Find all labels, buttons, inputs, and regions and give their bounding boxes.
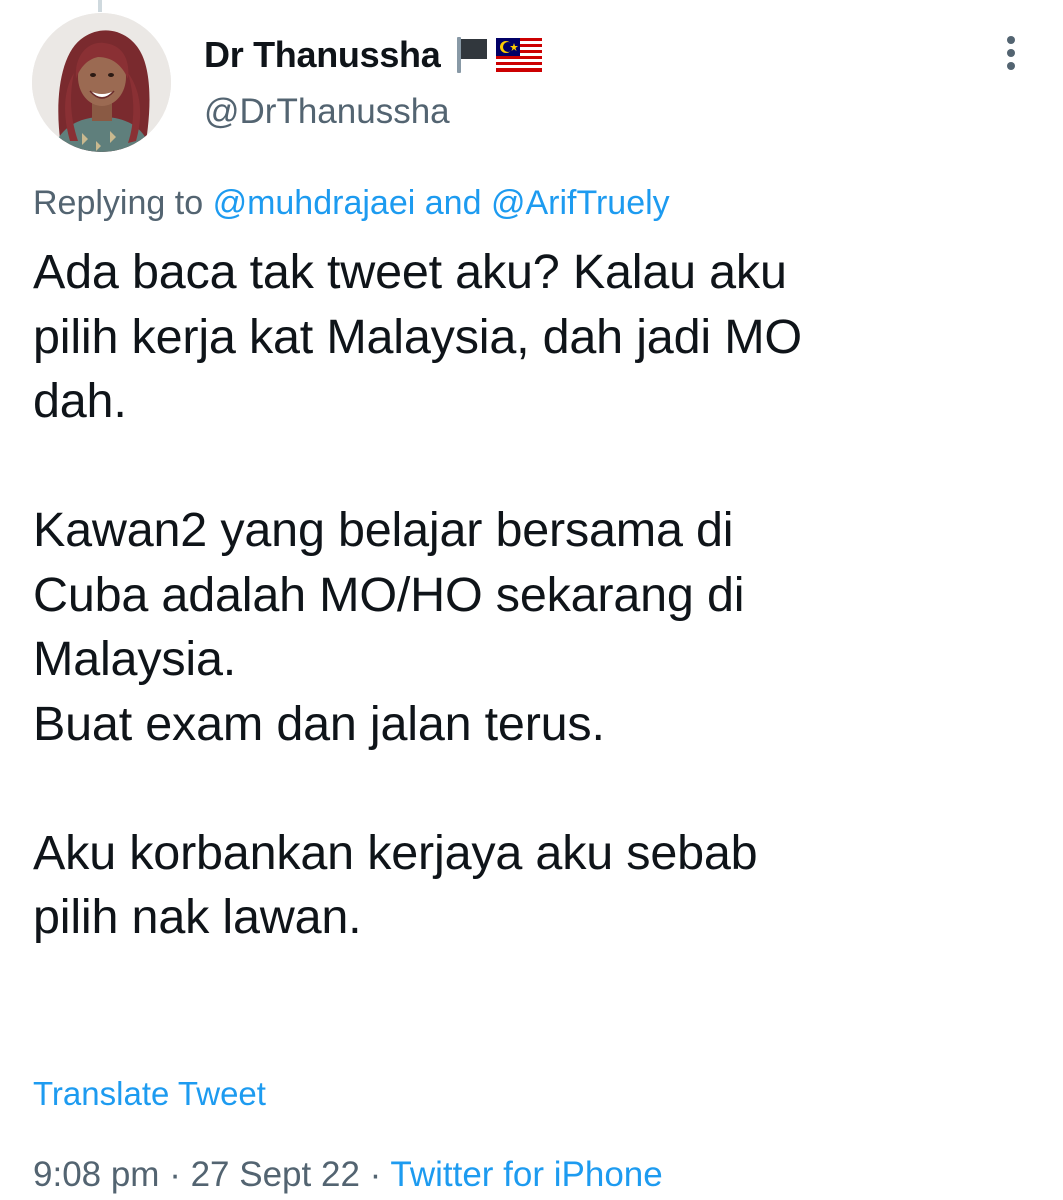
tweet-date[interactable]: 27 Sept 22 (191, 1155, 360, 1194)
tweet-text: Ada baca tak tweet aku? Kalau aku pilih … (33, 240, 1043, 950)
author-name-row[interactable]: Dr Thanussha (204, 30, 543, 80)
translate-tweet-link[interactable]: Translate Tweet (33, 1075, 266, 1113)
reply-joiner[interactable]: and (425, 184, 482, 222)
display-name[interactable]: Dr Thanussha (204, 34, 441, 76)
tweet-source-link[interactable]: Twitter for iPhone (390, 1155, 662, 1194)
replying-to: Replying to @muhdrajaei and @ArifTruely (33, 184, 670, 223)
tweet-text-line: pilih kerja kat Malaysia, dah jadi MO (33, 309, 802, 364)
black-flag-icon (454, 35, 490, 75)
tweet-text-line: dah. (33, 374, 127, 428)
tweet-text-line: pilih nak lawan. (33, 890, 362, 944)
tweet-text-line: Malaysia. (33, 632, 237, 686)
tweet-metadata: 9:08 pm · 27 Sept 22 · Twitter for iPhon… (33, 1155, 663, 1195)
replying-prefix: Replying to (33, 184, 204, 222)
tweet-text-line: Buat exam dan jalan terus. (33, 696, 605, 751)
meta-separator: · (369, 1155, 382, 1194)
tweet-text-line: Cuba adalah MO/HO sekarang di (33, 567, 745, 622)
malaysia-flag-icon (496, 38, 543, 72)
user-handle[interactable]: @DrThanussha (204, 92, 450, 132)
thread-connector-line (98, 0, 102, 12)
more-options-icon[interactable] (1003, 36, 1019, 76)
tweet-time[interactable]: 9:08 pm (33, 1155, 159, 1194)
reply-mention-link[interactable]: @ArifTruely (491, 184, 670, 222)
tweet-text-line: Kawan2 yang belajar bersama di (33, 503, 734, 557)
tweet-text-line: Ada baca tak tweet aku? Kalau aku (33, 245, 787, 299)
avatar[interactable] (32, 13, 171, 152)
reply-mention-link[interactable]: @muhdrajaei (213, 184, 416, 222)
meta-separator: · (169, 1155, 181, 1194)
tweet-text-line: Aku korbankan kerjaya aku sebab (33, 825, 758, 880)
